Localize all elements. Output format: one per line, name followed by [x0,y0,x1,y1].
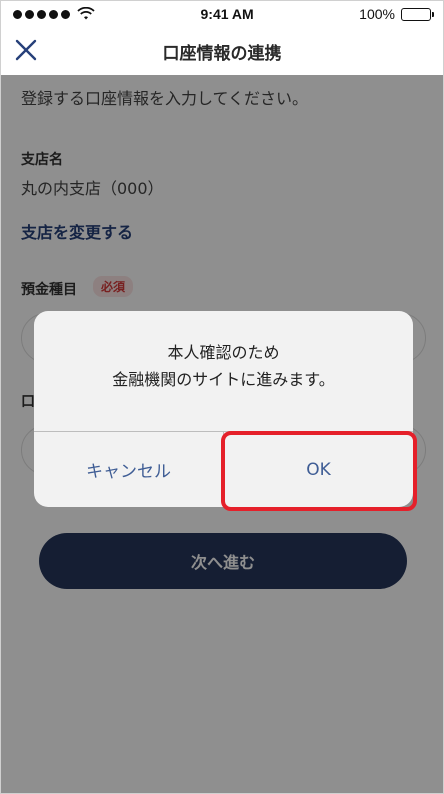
battery-icon [400,7,434,21]
signal-dot [49,9,58,19]
alert-message-line2: 金融機関のサイトに進みます。 [112,370,335,389]
signal-dot [61,9,70,19]
signal-strength [13,7,95,21]
alert-message-line1: 本人確認のため [167,343,280,362]
navigation-bar: 口座情報の連携 [1,27,443,75]
alert-message: 本人確認のため 金融機関のサイトに進みます。 [34,339,413,393]
signal-dot [37,9,46,19]
status-time: 9:41 AM [200,6,254,22]
status-right: 100% [359,6,434,22]
page-title: 口座情報の連携 [162,43,282,64]
cancel-button[interactable]: キャンセル [34,432,223,507]
wifi-icon [77,7,95,20]
signal-dot [13,9,22,19]
signal-dot [25,9,34,19]
close-icon[interactable] [11,35,41,65]
battery-percent: 100% [359,6,395,22]
phone-screen: 9:41 AM 100% 口座情報の連携 登録する口座情報を入力してください。 … [0,0,444,794]
ok-highlight-box [221,431,417,511]
status-bar: 9:41 AM 100% [1,1,443,27]
